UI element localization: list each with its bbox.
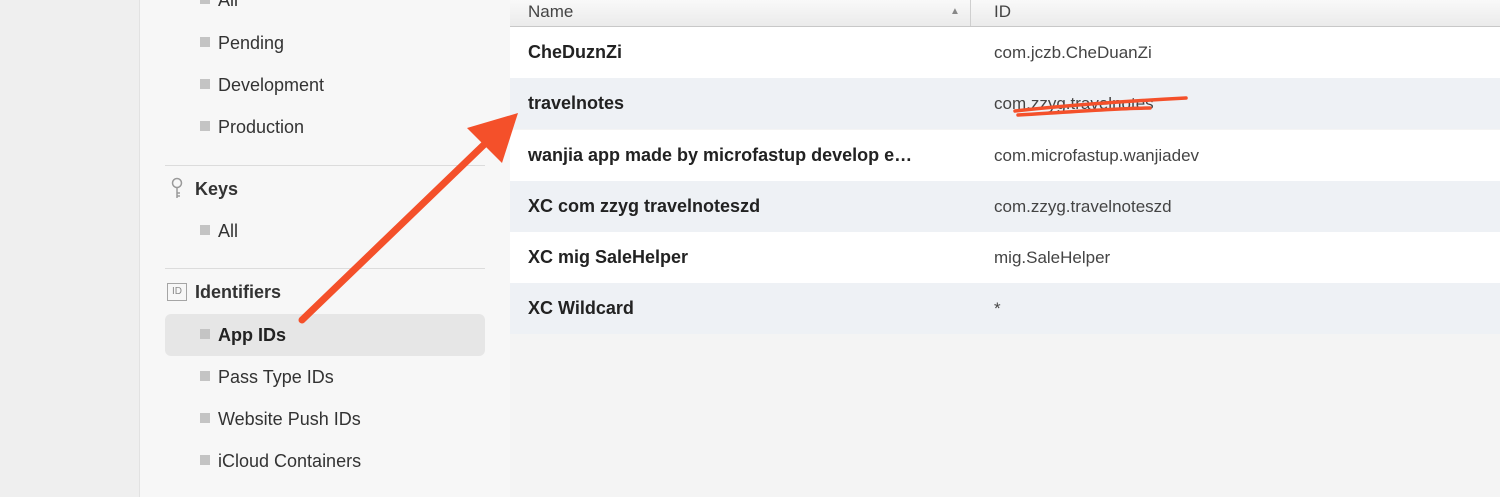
sidebar-divider bbox=[165, 268, 485, 269]
sidebar-item-label: Production bbox=[218, 116, 305, 137]
bullet-icon bbox=[200, 37, 210, 47]
row-id: com.jczb.CheDuanZi bbox=[994, 43, 1152, 62]
sidebar-item-label: App IDs bbox=[218, 324, 287, 345]
bullet-icon bbox=[200, 0, 210, 4]
window-gutter bbox=[0, 0, 139, 497]
sidebar-item-label: iCloud Containers bbox=[218, 450, 362, 471]
sidebar-item-label: Pass Type IDs bbox=[218, 366, 334, 387]
row-name: XC mig SaleHelper bbox=[528, 247, 689, 267]
table-row[interactable]: XC com zzyg travelnoteszd com.zzyg.trave… bbox=[510, 181, 1500, 232]
section-keys: Keys bbox=[165, 169, 485, 209]
section-title: Identifiers bbox=[195, 281, 282, 302]
sidebar-item-app-ids[interactable]: App IDs bbox=[165, 314, 485, 356]
bullet-icon bbox=[200, 371, 210, 381]
row-id: mig.SaleHelper bbox=[994, 248, 1111, 267]
sidebar-item-label: Pending bbox=[218, 32, 285, 53]
row-name: XC com zzyg travelnoteszd bbox=[528, 196, 761, 216]
row-id: * bbox=[994, 299, 1001, 318]
bullet-icon bbox=[200, 413, 210, 423]
bullet-icon bbox=[200, 225, 210, 235]
bullet-icon bbox=[200, 329, 210, 339]
sidebar-item-website-push-ids[interactable]: Website Push IDs bbox=[165, 398, 485, 440]
table-row[interactable]: wanjia app made by microfastup develop e… bbox=[510, 130, 1500, 181]
sidebar-item-all-certificates[interactable]: All bbox=[165, 0, 485, 21]
row-id: com.microfastup.wanjiadev bbox=[994, 146, 1200, 165]
sidebar-item-pass-type-ids[interactable]: Pass Type IDs bbox=[165, 356, 485, 398]
id-icon: ID bbox=[165, 280, 189, 304]
row-id: com.zzyg.travelnotes bbox=[994, 94, 1154, 113]
bullet-icon bbox=[200, 121, 210, 131]
sidebar-item-pending[interactable]: Pending bbox=[165, 22, 485, 64]
table-row[interactable]: XC mig SaleHelper mig.SaleHelper bbox=[510, 232, 1500, 283]
sort-ascending-icon[interactable]: ▲ bbox=[950, 0, 960, 26]
column-header-name[interactable]: Name bbox=[528, 0, 573, 26]
sidebar-item-label: All bbox=[218, 220, 239, 241]
table-row[interactable]: XC Wildcard * bbox=[510, 283, 1500, 334]
table-header: Name ▲ ID bbox=[510, 0, 1500, 27]
table-row[interactable]: travelnotes com.zzyg.travelnotes bbox=[510, 78, 1500, 129]
section-title: Keys bbox=[195, 178, 239, 199]
column-separator[interactable] bbox=[970, 0, 971, 26]
column-header-id[interactable]: ID bbox=[994, 0, 1011, 26]
sidebar-item-label: Website Push IDs bbox=[218, 408, 361, 429]
sidebar-item-development[interactable]: Development bbox=[165, 64, 485, 106]
sidebar-item-label: All bbox=[218, 0, 238, 11]
sidebar-divider bbox=[165, 165, 485, 166]
sidebar-item-label: Development bbox=[218, 74, 325, 95]
row-name: CheDuznZi bbox=[528, 42, 622, 62]
table-row[interactable]: CheDuznZi com.jczb.CheDuanZi bbox=[510, 27, 1500, 78]
app-ids-table: Name ▲ ID CheDuznZi com.jczb.CheDuanZi t… bbox=[510, 0, 1500, 497]
section-identifiers: ID Identifiers bbox=[165, 272, 485, 312]
bullet-icon bbox=[200, 79, 210, 89]
row-name: XC Wildcard bbox=[528, 298, 634, 318]
sidebar-item-icloud-containers[interactable]: iCloud Containers bbox=[165, 440, 485, 482]
sidebar-item-production[interactable]: Production bbox=[165, 106, 485, 148]
bullet-icon bbox=[200, 455, 210, 465]
sidebar-item-keys-all[interactable]: All bbox=[165, 210, 485, 252]
row-name: wanjia app made by microfastup develop e… bbox=[528, 145, 913, 165]
row-name: travelnotes bbox=[528, 93, 625, 113]
row-id: com.zzyg.travelnoteszd bbox=[994, 197, 1172, 216]
sidebar: All Pending Development Production Keys … bbox=[139, 0, 511, 497]
key-icon bbox=[165, 177, 189, 201]
